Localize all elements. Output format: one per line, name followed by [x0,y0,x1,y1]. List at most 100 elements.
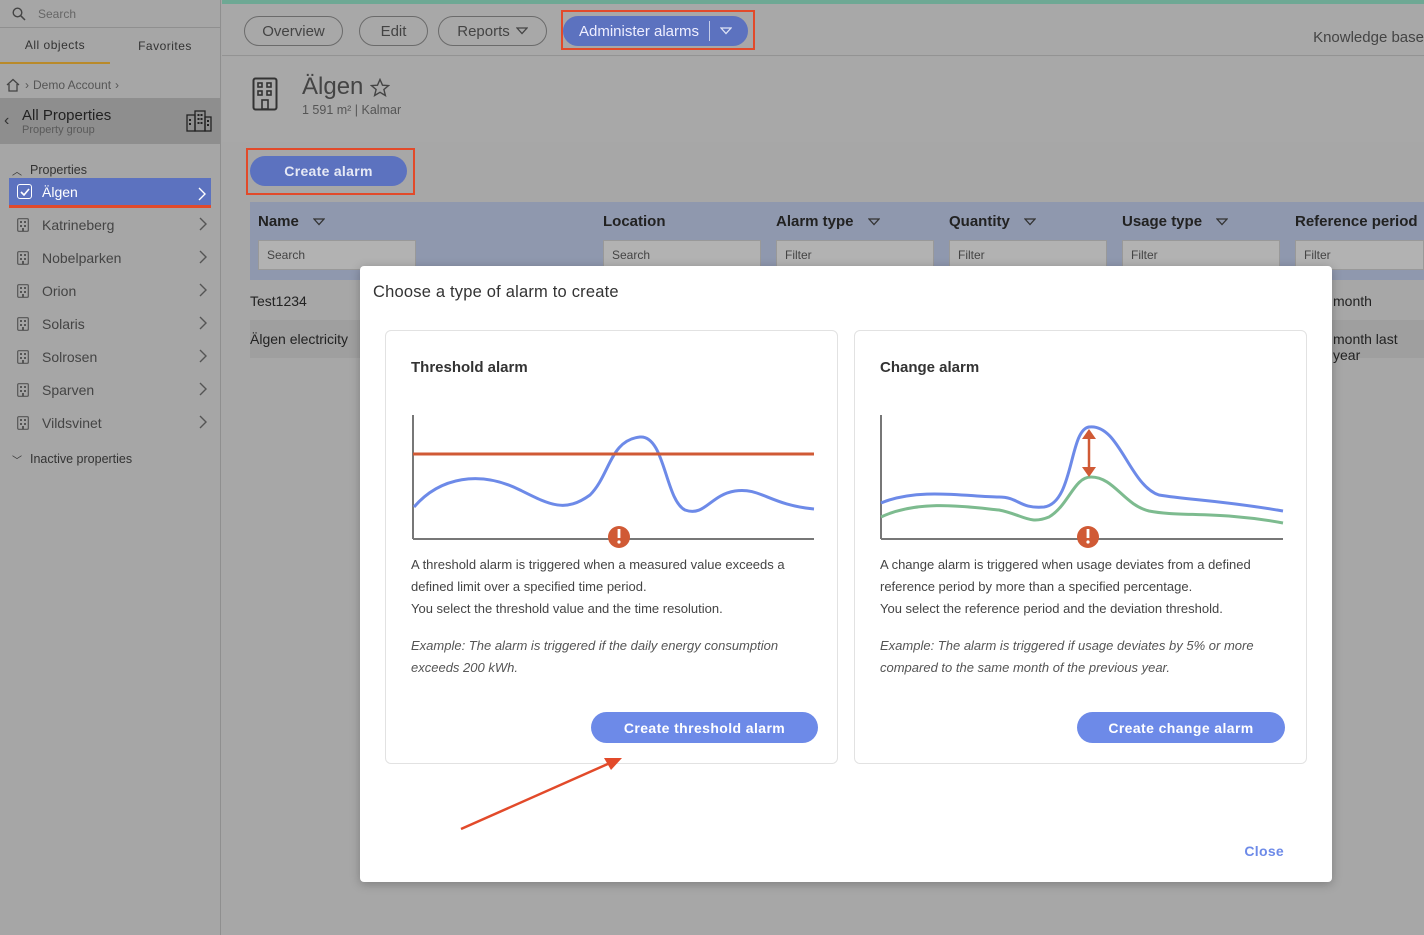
sidebar-item-property[interactable]: Solrosen [0,340,220,373]
sidebar-item-property[interactable]: Nobelparken [0,241,220,274]
chevron-right-icon [199,283,207,297]
properties-section[interactable]: ︿ Properties [0,162,220,178]
property-header: Älgen 1 591 m² | Kalmar [222,57,1424,142]
column-name[interactable]: Name [258,213,325,230]
buildings-icon [186,110,212,132]
change-illustration [880,415,1284,548]
breadcrumb-account[interactable]: Demo Account [33,78,111,92]
edit-button[interactable]: Edit [359,16,428,46]
row-name: Älgen electricity [250,331,349,347]
chevron-right-icon [199,217,207,231]
checkbox-icon[interactable] [17,184,32,199]
change-desc-1: A change alarm is triggered when usage d… [880,557,1251,594]
top-bar: Overview Edit Reports Administer alarms … [222,4,1424,56]
change-card-title: Change alarm [880,359,980,376]
sidebar-search[interactable] [0,0,220,28]
alarm-type-dialog: Choose a type of alarm to create Thresho… [360,266,1332,882]
column-usage-type[interactable]: Usage type [1122,213,1229,230]
create-threshold-alarm-button[interactable]: Create threshold alarm [591,712,818,743]
tab-all-objects[interactable]: All objects [0,28,110,64]
change-example: Example: The alarm is triggered if usage… [880,638,1254,675]
column-label: Location [603,213,666,230]
reports-button[interactable]: Reports [438,16,547,46]
properties-label: Properties [30,163,87,177]
threshold-card-title: Threshold alarm [411,359,528,376]
overview-button[interactable]: Overview [244,16,343,46]
sort-caret-icon[interactable] [867,217,880,226]
sidebar-item-property[interactable]: Sparven [0,373,220,406]
back-icon[interactable]: ‹ [4,112,18,130]
building-icon [17,349,29,364]
page-title: Älgen [302,73,364,100]
arrow-down-icon [1082,467,1096,477]
column-quantity[interactable]: Quantity [949,213,1036,230]
column-reference-period[interactable]: Reference period [1295,213,1418,230]
row-reference-period: month [1333,293,1372,309]
property-subtitle: 1 591 m² | Kalmar [302,103,402,117]
threshold-desc-2: You select the threshold value and the t… [411,601,723,616]
breadcrumb-chevron-icon: › [25,78,29,92]
sidebar-item-label: Solrosen [42,348,98,365]
highlight-box-create-alarm [246,148,415,195]
sort-caret-icon[interactable] [312,217,325,226]
sidebar-search-input[interactable] [38,6,198,21]
building-icon [17,316,29,331]
row-reference-period: month last year [1333,331,1398,363]
threshold-desc-1: A threshold alarm is triggered when a me… [411,557,785,594]
sidebar-item-property[interactable]: Solaris [0,307,220,340]
group-subtitle: Property group [22,123,95,136]
chevron-right-icon [199,349,207,363]
chevron-right-icon [199,250,207,264]
building-icon [17,283,29,298]
chevron-right-icon [199,415,207,429]
reference-usage-line [880,475,1284,525]
sidebar-item-property[interactable]: Älgen [9,178,211,208]
home-icon[interactable] [5,77,21,93]
tab-favorites[interactable]: Favorites [110,28,220,64]
column-label: Alarm type [776,213,854,230]
building-icon [17,217,29,232]
table-row[interactable]: Test1234 [250,293,307,309]
sidebar-item-label: Vildsvinet [42,414,102,431]
threshold-description: A threshold alarm is triggered when a me… [411,554,821,620]
breadcrumb: › Demo Account › [0,72,220,98]
sidebar-item-label: Orion [42,282,77,299]
sidebar-item-property[interactable]: Orion [0,274,220,307]
threshold-example: Example: The alarm is triggered if the d… [411,638,779,675]
column-label: Reference period [1295,213,1418,230]
sort-caret-icon[interactable] [1023,217,1036,226]
knowledge-base-link[interactable]: Knowledge base [1313,29,1424,46]
sidebar-item-label: Nobelparken [42,249,122,266]
inactive-properties-label: Inactive properties [30,452,133,466]
chevron-right-icon [199,382,207,396]
chevron-right-icon [199,316,207,330]
column-label: Usage type [1122,213,1203,230]
table-row[interactable]: Älgen electricity [250,331,348,347]
change-alarm-card: Change alarm A change alarm is triggered… [854,330,1307,764]
create-change-alarm-button[interactable]: Create change alarm [1077,712,1285,743]
building-icon [17,415,29,430]
close-button[interactable]: Close [1244,843,1284,859]
search-icon [12,6,26,21]
building-icon [17,382,29,397]
star-icon[interactable] [370,78,390,98]
group-title: All Properties [22,106,112,124]
sidebar-item-label: Katrineberg [42,216,115,233]
column-location[interactable]: Location [603,213,666,230]
sort-caret-icon[interactable] [1216,217,1229,226]
highlight-box-administer-alarms [561,10,755,50]
reports-label: Reports [457,22,510,40]
sidebar-tabs: All objects Favorites [0,28,220,64]
inactive-properties-section[interactable]: ﹀ Inactive properties [0,451,220,467]
column-alarm-type[interactable]: Alarm type [776,213,880,230]
measured-value-line [412,435,815,513]
threshold-alarm-card: Threshold alarm A threshold alarm is tri… [385,330,838,764]
dialog-title: Choose a type of alarm to create [373,283,619,301]
sidebar-item-property[interactable]: Vildsvinet [0,406,220,439]
sidebar: All objects Favorites › Demo Account › ‹… [0,0,221,935]
change-description: A change alarm is triggered when usage d… [880,554,1290,620]
building-icon [252,77,278,111]
property-list: Älgen Katrineberg Nobelparken Orion Solaris S… [0,178,220,439]
property-group-header[interactable]: ‹ All Properties Property group [0,98,220,144]
sidebar-item-property[interactable]: Katrineberg [0,208,220,241]
